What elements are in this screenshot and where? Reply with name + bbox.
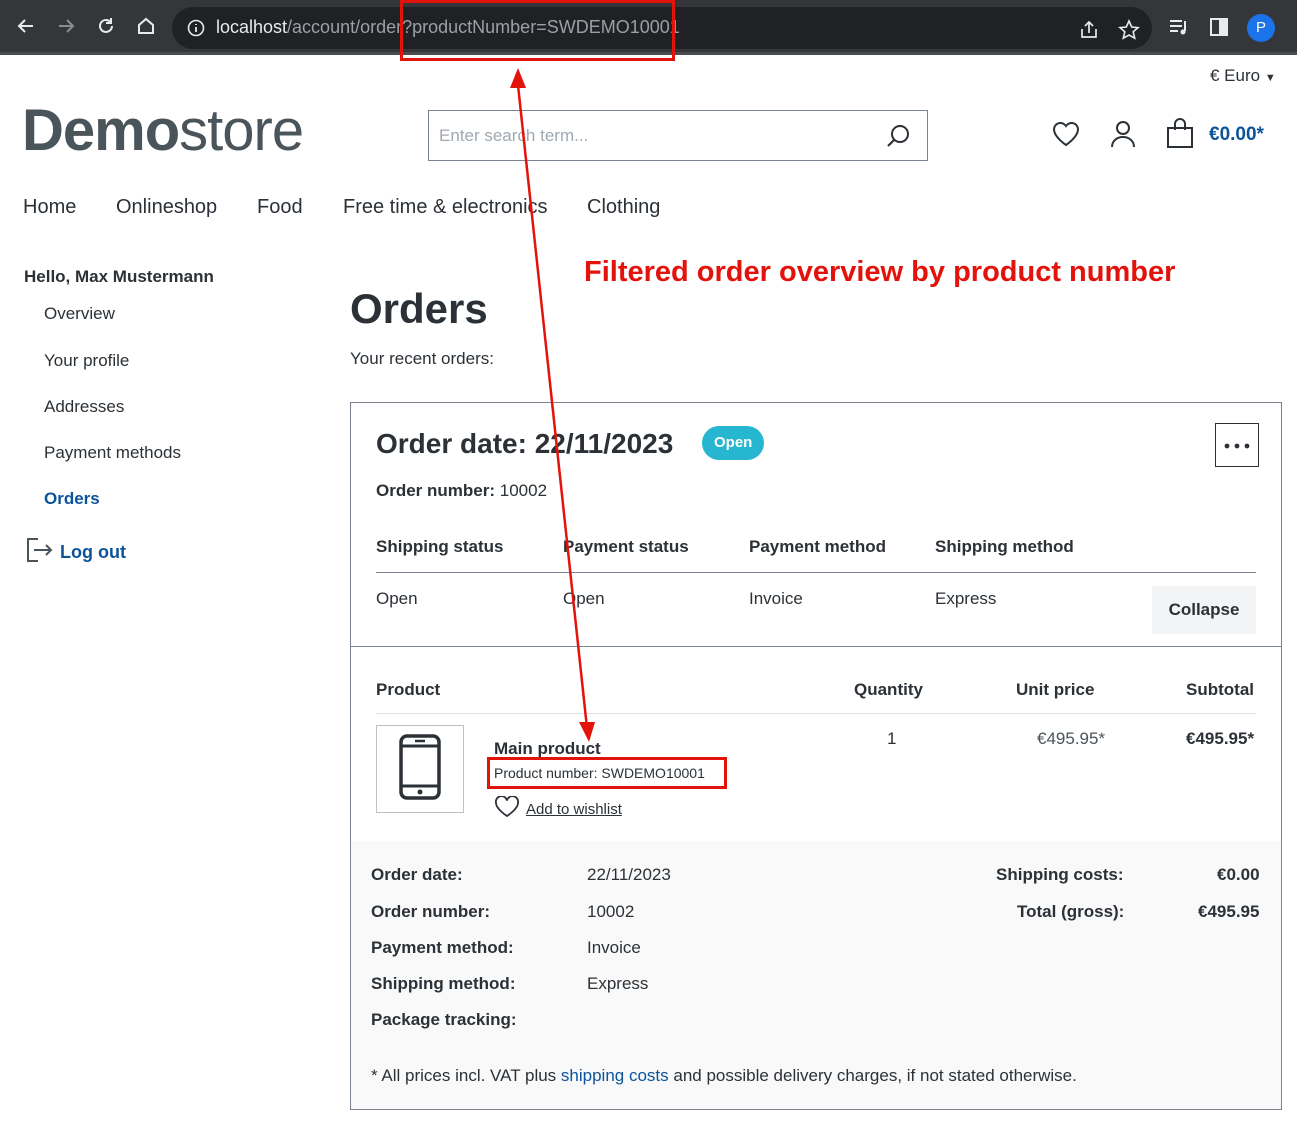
add-to-wishlist-link[interactable]: Add to wishlist	[494, 795, 622, 823]
detail-value: Invoice	[587, 938, 641, 957]
detail-label: Order number:	[371, 902, 491, 921]
vat-notice: * All prices incl. VAT plus shipping cos…	[371, 1066, 1077, 1085]
payment-status-header: Payment status	[563, 537, 689, 556]
search-input[interactable]	[439, 123, 859, 149]
shipping-method-header: Shipping method	[935, 537, 1074, 556]
cart-total[interactable]: €0.00*	[1209, 124, 1264, 146]
more-dots-icon	[1224, 436, 1250, 454]
order-card: Order date: 22/11/2023 Open Order number…	[350, 402, 1282, 1110]
reload-icon[interactable]	[92, 12, 120, 40]
product-unit-price: €495.95*	[1037, 729, 1106, 748]
payment-status-value: Open	[563, 589, 605, 608]
detail-label: Payment method:	[371, 938, 514, 957]
detail-label: Shipping method:	[371, 974, 516, 993]
store-logo[interactable]: Demostore	[22, 98, 304, 164]
product-column-header: Product	[376, 680, 441, 699]
detail-value: 10002	[587, 902, 635, 921]
detail-label: Package tracking:	[371, 1010, 517, 1029]
nav-clothing[interactable]: Clothing	[587, 196, 660, 219]
total-gross-value: €495.95	[1198, 902, 1260, 921]
search-box	[428, 110, 928, 161]
payment-method-header: Payment method	[749, 537, 886, 556]
site-info-icon[interactable]	[186, 18, 206, 38]
smartphone-icon	[398, 733, 442, 806]
quantity-column-header: Quantity	[854, 680, 923, 699]
annotation-product-number-box	[487, 757, 727, 789]
detail-value: Express	[587, 974, 649, 993]
unit-price-column-header: Unit price	[1016, 680, 1095, 699]
sidebar-item-addresses[interactable]: Addresses	[44, 397, 124, 417]
reading-list-icon[interactable]	[1168, 16, 1192, 40]
shipping-status-header: Shipping status	[376, 537, 504, 556]
shipping-method-value: Express	[935, 589, 997, 608]
side-panel-icon[interactable]	[1208, 16, 1232, 40]
page-title: Orders	[350, 285, 488, 332]
payment-method-value: Invoice	[749, 589, 803, 608]
order-date-heading: Order date: 22/11/2023	[376, 428, 674, 459]
detail-value: 22/11/2023	[587, 865, 671, 884]
page-subtitle: Your recent orders:	[350, 349, 494, 368]
wishlist-heart-icon[interactable]	[1050, 118, 1082, 150]
shipping-costs-value: €0.00	[1217, 865, 1260, 884]
order-actions-button[interactable]	[1215, 423, 1259, 467]
divider	[351, 646, 1281, 647]
heart-icon	[494, 795, 520, 823]
shipping-costs-link[interactable]: shipping costs	[561, 1066, 669, 1085]
logout-icon	[24, 535, 54, 570]
product-thumbnail[interactable]	[376, 725, 464, 813]
product-subtotal: €495.95*	[1186, 729, 1255, 748]
sidebar-item-orders[interactable]: Orders	[44, 489, 100, 509]
sidebar-item-payment-methods[interactable]: Payment methods	[44, 443, 181, 463]
account-user-icon[interactable]	[1107, 118, 1139, 150]
account-greeting: Hello, Max Mustermann	[24, 267, 214, 286]
sidebar-item-overview[interactable]: Overview	[44, 304, 115, 324]
annotation-title: Filtered order overview by product numbe…	[584, 256, 1176, 288]
order-number: Order number: 10002	[376, 481, 548, 500]
currency-selector[interactable]: € Euro ▼	[1210, 66, 1276, 86]
product-quantity: 1	[887, 729, 897, 748]
collapse-button[interactable]: Collapse	[1152, 586, 1256, 634]
detail-label: Order date:	[371, 865, 463, 884]
profile-avatar[interactable]: P	[1247, 14, 1275, 42]
nav-food[interactable]: Food	[257, 196, 303, 219]
share-icon[interactable]	[1078, 19, 1102, 43]
nav-onlineshop[interactable]: Onlineshop	[116, 196, 217, 219]
nav-home[interactable]: Home	[23, 196, 76, 219]
home-icon[interactable]	[132, 12, 160, 40]
cart-bag-icon[interactable]	[1164, 118, 1196, 150]
logout-link[interactable]: Log out	[24, 537, 126, 567]
product-name[interactable]: Main product	[494, 739, 601, 759]
bookmark-star-icon[interactable]	[1118, 19, 1142, 43]
divider	[376, 572, 1256, 573]
shipping-status-value: Open	[376, 589, 418, 608]
nav-free-time-electronics[interactable]: Free time & electronics	[343, 196, 548, 219]
back-arrow-icon[interactable]	[12, 12, 40, 40]
search-icon[interactable]	[885, 122, 913, 150]
forward-arrow-icon[interactable]	[52, 12, 80, 40]
annotation-url-box	[400, 0, 675, 61]
status-badge: Open	[702, 426, 765, 460]
sidebar-item-profile[interactable]: Your profile	[44, 351, 129, 371]
shipping-costs-label: Shipping costs:	[996, 865, 1124, 884]
total-gross-label: Total (gross):	[1017, 902, 1125, 921]
divider	[376, 713, 1256, 714]
subtotal-column-header: Subtotal	[1186, 680, 1254, 699]
caret-down-icon: ▼	[1264, 72, 1276, 84]
